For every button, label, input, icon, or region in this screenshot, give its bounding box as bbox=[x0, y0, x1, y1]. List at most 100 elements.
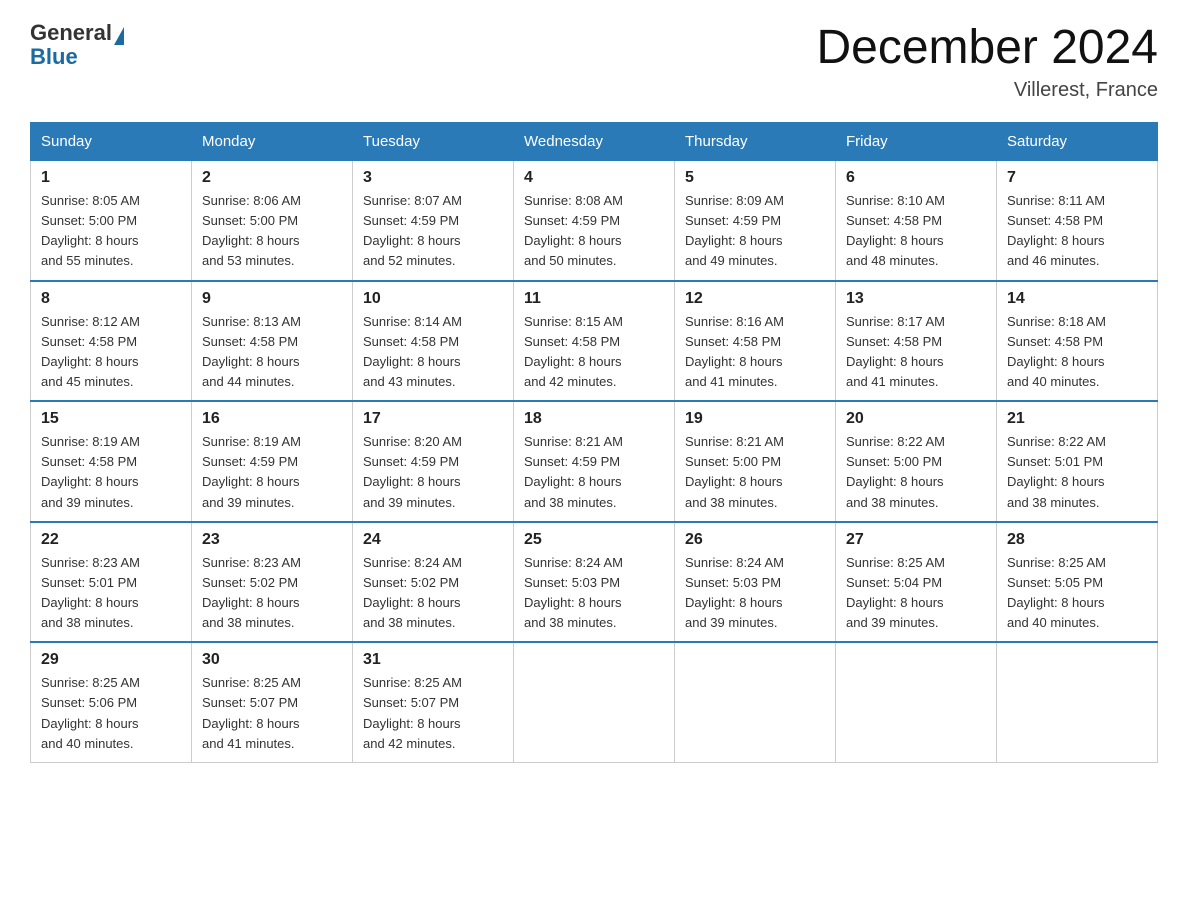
calendar-cell: 13 Sunrise: 8:17 AM Sunset: 4:58 PM Dayl… bbox=[836, 281, 997, 402]
day-number: 12 bbox=[685, 290, 825, 308]
calendar-cell: 15 Sunrise: 8:19 AM Sunset: 4:58 PM Dayl… bbox=[31, 401, 192, 522]
day-number: 19 bbox=[685, 410, 825, 428]
day-info: Sunrise: 8:23 AM Sunset: 5:01 PM Dayligh… bbox=[41, 553, 181, 634]
calendar-cell: 9 Sunrise: 8:13 AM Sunset: 4:58 PM Dayli… bbox=[192, 281, 353, 402]
day-info: Sunrise: 8:20 AM Sunset: 4:59 PM Dayligh… bbox=[363, 432, 503, 513]
page-header: General Blue December 2024 Villerest, Fr… bbox=[30, 20, 1158, 102]
calendar-cell: 31 Sunrise: 8:25 AM Sunset: 5:07 PM Dayl… bbox=[353, 642, 514, 762]
day-number: 25 bbox=[524, 531, 664, 549]
calendar-cell: 6 Sunrise: 8:10 AM Sunset: 4:58 PM Dayli… bbox=[836, 161, 997, 281]
calendar-cell: 1 Sunrise: 8:05 AM Sunset: 5:00 PM Dayli… bbox=[31, 161, 192, 281]
day-number: 13 bbox=[846, 290, 986, 308]
day-number: 3 bbox=[363, 169, 503, 187]
calendar-body: 1 Sunrise: 8:05 AM Sunset: 5:00 PM Dayli… bbox=[31, 161, 1158, 763]
day-info: Sunrise: 8:09 AM Sunset: 4:59 PM Dayligh… bbox=[685, 191, 825, 272]
day-number: 29 bbox=[41, 651, 181, 669]
column-header-thursday: Thursday bbox=[675, 123, 836, 161]
calendar-cell: 22 Sunrise: 8:23 AM Sunset: 5:01 PM Dayl… bbox=[31, 522, 192, 643]
day-number: 27 bbox=[846, 531, 986, 549]
day-number: 21 bbox=[1007, 410, 1147, 428]
calendar-cell: 11 Sunrise: 8:15 AM Sunset: 4:58 PM Dayl… bbox=[514, 281, 675, 402]
logo-triangle-icon bbox=[114, 27, 124, 45]
day-number: 30 bbox=[202, 651, 342, 669]
logo-text: General Blue bbox=[30, 20, 124, 68]
column-header-monday: Monday bbox=[192, 123, 353, 161]
day-number: 9 bbox=[202, 290, 342, 308]
day-number: 16 bbox=[202, 410, 342, 428]
day-number: 17 bbox=[363, 410, 503, 428]
day-info: Sunrise: 8:22 AM Sunset: 5:00 PM Dayligh… bbox=[846, 432, 986, 513]
day-number: 23 bbox=[202, 531, 342, 549]
calendar-cell: 18 Sunrise: 8:21 AM Sunset: 4:59 PM Dayl… bbox=[514, 401, 675, 522]
week-row-2: 8 Sunrise: 8:12 AM Sunset: 4:58 PM Dayli… bbox=[31, 281, 1158, 402]
logo-blue: Blue bbox=[30, 46, 124, 68]
week-row-5: 29 Sunrise: 8:25 AM Sunset: 5:06 PM Dayl… bbox=[31, 642, 1158, 762]
day-info: Sunrise: 8:12 AM Sunset: 4:58 PM Dayligh… bbox=[41, 312, 181, 393]
day-info: Sunrise: 8:14 AM Sunset: 4:58 PM Dayligh… bbox=[363, 312, 503, 393]
day-info: Sunrise: 8:05 AM Sunset: 5:00 PM Dayligh… bbox=[41, 191, 181, 272]
day-info: Sunrise: 8:07 AM Sunset: 4:59 PM Dayligh… bbox=[363, 191, 503, 272]
calendar-cell: 4 Sunrise: 8:08 AM Sunset: 4:59 PM Dayli… bbox=[514, 161, 675, 281]
day-info: Sunrise: 8:10 AM Sunset: 4:58 PM Dayligh… bbox=[846, 191, 986, 272]
calendar-cell: 28 Sunrise: 8:25 AM Sunset: 5:05 PM Dayl… bbox=[997, 522, 1158, 643]
calendar-cell: 25 Sunrise: 8:24 AM Sunset: 5:03 PM Dayl… bbox=[514, 522, 675, 643]
calendar-cell: 16 Sunrise: 8:19 AM Sunset: 4:59 PM Dayl… bbox=[192, 401, 353, 522]
calendar-cell: 14 Sunrise: 8:18 AM Sunset: 4:58 PM Dayl… bbox=[997, 281, 1158, 402]
calendar-cell: 5 Sunrise: 8:09 AM Sunset: 4:59 PM Dayli… bbox=[675, 161, 836, 281]
day-info: Sunrise: 8:23 AM Sunset: 5:02 PM Dayligh… bbox=[202, 553, 342, 634]
day-number: 31 bbox=[363, 651, 503, 669]
day-info: Sunrise: 8:24 AM Sunset: 5:03 PM Dayligh… bbox=[524, 553, 664, 634]
day-number: 10 bbox=[363, 290, 503, 308]
day-info: Sunrise: 8:25 AM Sunset: 5:05 PM Dayligh… bbox=[1007, 553, 1147, 634]
day-info: Sunrise: 8:08 AM Sunset: 4:59 PM Dayligh… bbox=[524, 191, 664, 272]
day-info: Sunrise: 8:25 AM Sunset: 5:06 PM Dayligh… bbox=[41, 673, 181, 754]
calendar-header-row: SundayMondayTuesdayWednesdayThursdayFrid… bbox=[31, 123, 1158, 161]
calendar-cell: 12 Sunrise: 8:16 AM Sunset: 4:58 PM Dayl… bbox=[675, 281, 836, 402]
day-number: 28 bbox=[1007, 531, 1147, 549]
day-info: Sunrise: 8:25 AM Sunset: 5:04 PM Dayligh… bbox=[846, 553, 986, 634]
calendar-cell: 27 Sunrise: 8:25 AM Sunset: 5:04 PM Dayl… bbox=[836, 522, 997, 643]
column-header-friday: Friday bbox=[836, 123, 997, 161]
week-row-3: 15 Sunrise: 8:19 AM Sunset: 4:58 PM Dayl… bbox=[31, 401, 1158, 522]
day-number: 5 bbox=[685, 169, 825, 187]
calendar-cell: 8 Sunrise: 8:12 AM Sunset: 4:58 PM Dayli… bbox=[31, 281, 192, 402]
day-number: 20 bbox=[846, 410, 986, 428]
day-info: Sunrise: 8:16 AM Sunset: 4:58 PM Dayligh… bbox=[685, 312, 825, 393]
day-number: 15 bbox=[41, 410, 181, 428]
logo: General Blue bbox=[30, 20, 124, 68]
calendar-cell bbox=[997, 642, 1158, 762]
title-block: December 2024 Villerest, France bbox=[816, 20, 1158, 102]
calendar-cell: 2 Sunrise: 8:06 AM Sunset: 5:00 PM Dayli… bbox=[192, 161, 353, 281]
calendar-cell: 19 Sunrise: 8:21 AM Sunset: 5:00 PM Dayl… bbox=[675, 401, 836, 522]
month-title: December 2024 bbox=[816, 20, 1158, 75]
column-header-sunday: Sunday bbox=[31, 123, 192, 161]
day-info: Sunrise: 8:19 AM Sunset: 4:59 PM Dayligh… bbox=[202, 432, 342, 513]
calendar-cell: 3 Sunrise: 8:07 AM Sunset: 4:59 PM Dayli… bbox=[353, 161, 514, 281]
logo-general: General bbox=[30, 20, 112, 45]
week-row-1: 1 Sunrise: 8:05 AM Sunset: 5:00 PM Dayli… bbox=[31, 161, 1158, 281]
day-info: Sunrise: 8:22 AM Sunset: 5:01 PM Dayligh… bbox=[1007, 432, 1147, 513]
calendar-cell: 21 Sunrise: 8:22 AM Sunset: 5:01 PM Dayl… bbox=[997, 401, 1158, 522]
week-row-4: 22 Sunrise: 8:23 AM Sunset: 5:01 PM Dayl… bbox=[31, 522, 1158, 643]
day-info: Sunrise: 8:25 AM Sunset: 5:07 PM Dayligh… bbox=[202, 673, 342, 754]
calendar-cell: 24 Sunrise: 8:24 AM Sunset: 5:02 PM Dayl… bbox=[353, 522, 514, 643]
day-info: Sunrise: 8:13 AM Sunset: 4:58 PM Dayligh… bbox=[202, 312, 342, 393]
day-number: 18 bbox=[524, 410, 664, 428]
column-header-tuesday: Tuesday bbox=[353, 123, 514, 161]
day-number: 22 bbox=[41, 531, 181, 549]
calendar-cell: 20 Sunrise: 8:22 AM Sunset: 5:00 PM Dayl… bbox=[836, 401, 997, 522]
day-number: 7 bbox=[1007, 169, 1147, 187]
day-info: Sunrise: 8:17 AM Sunset: 4:58 PM Dayligh… bbox=[846, 312, 986, 393]
day-number: 1 bbox=[41, 169, 181, 187]
calendar-cell: 30 Sunrise: 8:25 AM Sunset: 5:07 PM Dayl… bbox=[192, 642, 353, 762]
day-info: Sunrise: 8:19 AM Sunset: 4:58 PM Dayligh… bbox=[41, 432, 181, 513]
day-info: Sunrise: 8:06 AM Sunset: 5:00 PM Dayligh… bbox=[202, 191, 342, 272]
column-header-saturday: Saturday bbox=[997, 123, 1158, 161]
column-header-wednesday: Wednesday bbox=[514, 123, 675, 161]
day-number: 14 bbox=[1007, 290, 1147, 308]
day-info: Sunrise: 8:11 AM Sunset: 4:58 PM Dayligh… bbox=[1007, 191, 1147, 272]
calendar-cell: 29 Sunrise: 8:25 AM Sunset: 5:06 PM Dayl… bbox=[31, 642, 192, 762]
day-number: 11 bbox=[524, 290, 664, 308]
day-info: Sunrise: 8:15 AM Sunset: 4:58 PM Dayligh… bbox=[524, 312, 664, 393]
calendar-cell bbox=[675, 642, 836, 762]
